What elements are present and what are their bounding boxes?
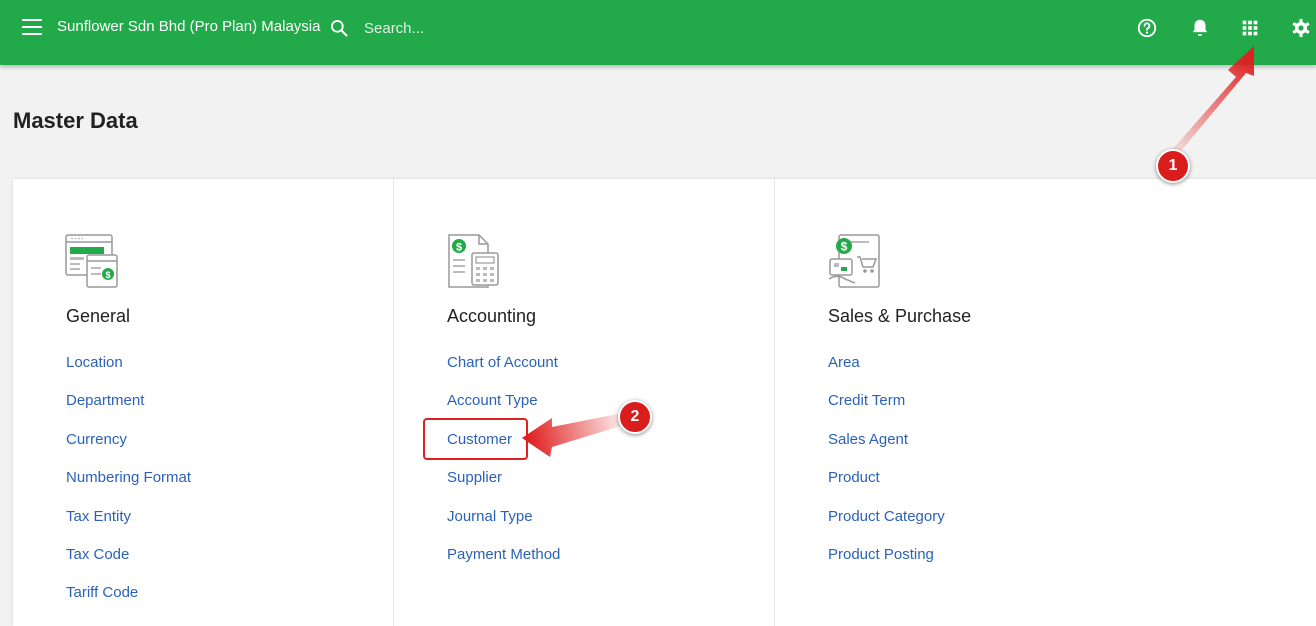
- link-chart-of-account[interactable]: Chart of Account: [447, 354, 558, 371]
- sales-purchase-icon: $: [828, 234, 880, 288]
- link-tax-code[interactable]: Tax Code: [66, 546, 129, 563]
- master-data-panel: $ General Location Department Currency N…: [13, 179, 1316, 626]
- link-payment-method[interactable]: Payment Method: [447, 546, 560, 563]
- link-product[interactable]: Product: [828, 469, 880, 486]
- link-credit-term[interactable]: Credit Term: [828, 392, 905, 409]
- section-accounting: $ Accounting Chart of Account Account Ty…: [393, 179, 775, 626]
- step-badge-2: 2: [618, 400, 652, 434]
- section-general: $ General Location Department Currency N…: [13, 179, 393, 626]
- link-department[interactable]: Department: [66, 392, 144, 409]
- help-icon[interactable]: [1136, 17, 1158, 39]
- link-product-category[interactable]: Product Category: [828, 508, 945, 525]
- page-title: Master Data: [13, 108, 138, 133]
- link-numbering-format[interactable]: Numbering Format: [66, 469, 191, 486]
- company-name[interactable]: Sunflower Sdn Bhd (Pro Plan) Malaysia: [57, 18, 320, 35]
- sales-purchase-list: Area Credit Term Sales Agent Product Pro…: [828, 354, 945, 584]
- link-currency[interactable]: Currency: [66, 431, 127, 448]
- gear-icon[interactable]: [1290, 17, 1312, 39]
- link-product-posting[interactable]: Product Posting: [828, 546, 934, 563]
- menu-icon[interactable]: [22, 19, 42, 35]
- link-area[interactable]: Area: [828, 354, 860, 371]
- link-location[interactable]: Location: [66, 354, 123, 371]
- link-tariff-code[interactable]: Tariff Code: [66, 584, 138, 601]
- bell-icon[interactable]: [1189, 17, 1211, 39]
- general-icon: $: [65, 234, 118, 288]
- apps-grid-icon[interactable]: [1239, 17, 1261, 39]
- search-input[interactable]: [362, 16, 666, 40]
- svg-text:$: $: [105, 270, 110, 280]
- link-sales-agent[interactable]: Sales Agent: [828, 431, 908, 448]
- top-bar: Sunflower Sdn Bhd (Pro Plan) Malaysia: [0, 0, 1316, 65]
- svg-text:$: $: [456, 242, 462, 254]
- link-journal-type[interactable]: Journal Type: [447, 508, 533, 525]
- section-sales-purchase: $ Sales & Purchase Area Credit Term Sale…: [774, 179, 1316, 626]
- accounting-icon: $: [448, 234, 499, 288]
- section-title-general: General: [66, 306, 131, 326]
- accounting-list: Chart of Account Account Type Customer S…: [447, 354, 560, 584]
- link-supplier[interactable]: Supplier: [447, 469, 502, 486]
- svg-text:$: $: [841, 240, 848, 254]
- customer-highlight-box: [423, 418, 528, 460]
- section-title-sales-purchase: Sales & Purchase: [828, 306, 972, 326]
- section-title-accounting: Accounting: [447, 306, 537, 326]
- step-badge-1: 1: [1156, 149, 1190, 183]
- search-icon[interactable]: [329, 18, 349, 38]
- general-list: Location Department Currency Numbering F…: [66, 354, 191, 623]
- link-account-type[interactable]: Account Type: [447, 392, 538, 409]
- link-tax-entity[interactable]: Tax Entity: [66, 508, 131, 525]
